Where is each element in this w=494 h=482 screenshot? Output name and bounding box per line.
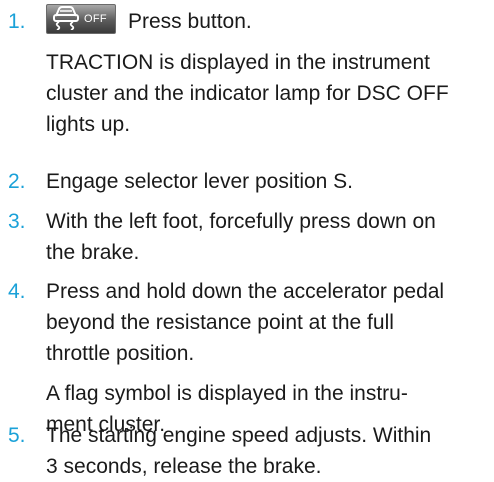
dsc-car-skid-icon <box>50 4 82 35</box>
step-number: 5. <box>8 424 26 447</box>
step-2: 2. Engage selector lever position S. <box>0 166 494 197</box>
step-2-line: Engage selector lever position S. <box>46 170 354 193</box>
step-5-line: The starting engine speed adjusts. Withi… <box>46 424 432 447</box>
step-5: 5. The starting engine speed adjusts. Wi… <box>0 420 494 482</box>
step-1-note-line: TRACTION is displayed in the instrument <box>46 51 430 74</box>
step-1-note-line: cluster and the indicator lamp for DSC O… <box>46 82 449 105</box>
step-number: 2. <box>8 170 26 193</box>
step-number: 3. <box>8 210 26 233</box>
step-number: 4. <box>8 280 26 303</box>
step-4: 4. Press and hold down the accelerator p… <box>0 276 494 440</box>
step-number: 1. <box>8 10 26 33</box>
step-1-text: Press button. <box>128 9 252 33</box>
step-1-note-line: lights up. <box>46 113 131 136</box>
dsc-off-button: OFF <box>46 4 116 34</box>
step-4-line: Press and hold down the accelerator peda… <box>46 280 445 303</box>
step-1: 1. OFF Press button. TRACTION is display… <box>0 4 494 140</box>
step-3-line: the brake. <box>46 241 140 264</box>
step-4-note-line: A flag symbol is displayed in the instru… <box>46 382 408 405</box>
step-4-line: beyond the resistance point at the full <box>46 311 394 334</box>
dsc-off-label: OFF <box>84 13 107 25</box>
step-1-action-row: OFF Press button. <box>46 4 494 38</box>
step-4-line: throttle position. <box>46 342 195 365</box>
step-3-line: With the left foot, forcefully press dow… <box>46 210 436 233</box>
step-5-line: 3 seconds, release the brake. <box>46 455 322 478</box>
step-3: 3. With the left foot, forcefully press … <box>0 206 494 268</box>
